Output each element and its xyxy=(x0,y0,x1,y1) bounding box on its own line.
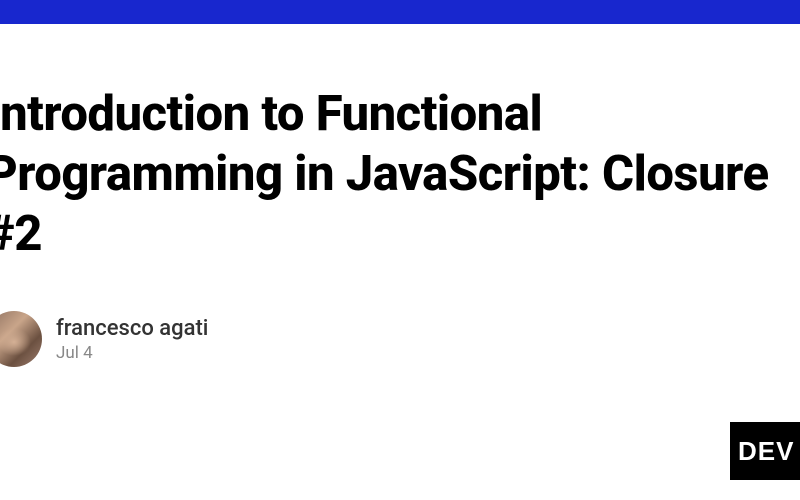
author-info: francesco agati Jul 4 xyxy=(56,316,208,363)
article-title: Introduction to Functional Programming i… xyxy=(0,84,800,263)
article-content: Introduction to Functional Programming i… xyxy=(0,24,800,263)
top-accent-bar xyxy=(0,0,800,24)
post-date: Jul 4 xyxy=(56,343,208,363)
author-name[interactable]: francesco agati xyxy=(56,316,208,341)
dev-logo-badge[interactable]: DEV xyxy=(730,422,800,480)
author-avatar[interactable] xyxy=(0,311,42,367)
dev-logo-text: DEV xyxy=(738,436,794,467)
author-byline: francesco agati Jul 4 xyxy=(0,311,800,367)
